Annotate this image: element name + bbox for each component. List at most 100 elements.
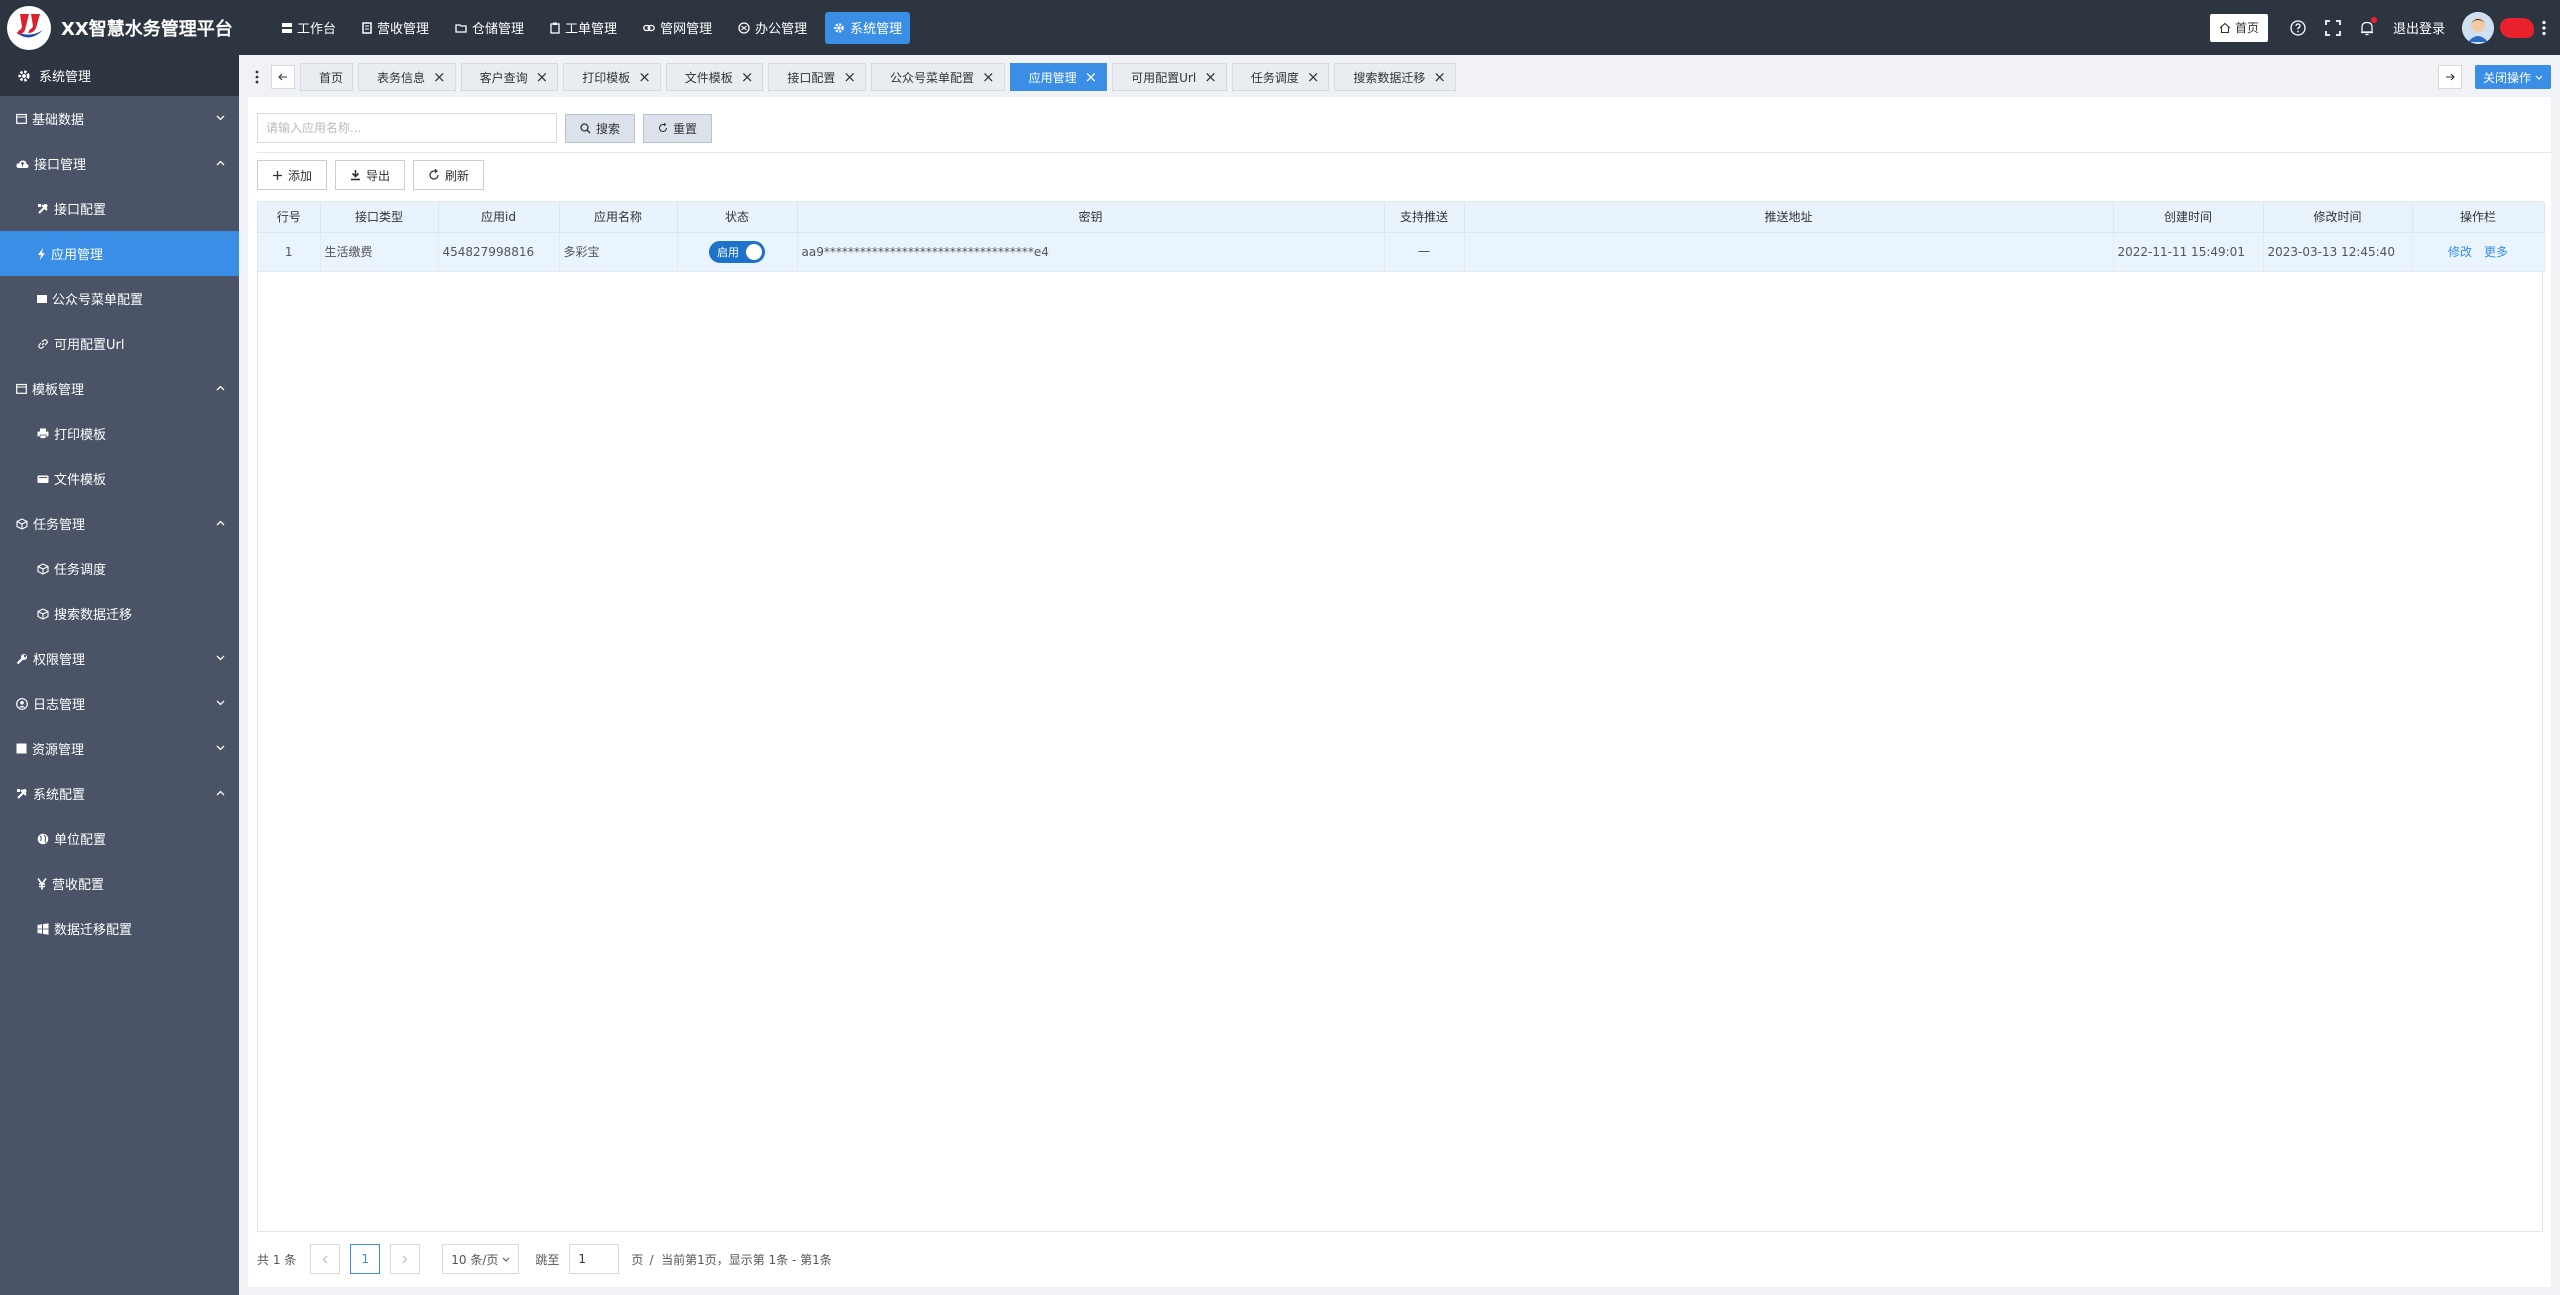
close-icon[interactable]: × [1433,69,1446,85]
column-header[interactable]: 应用名称 [559,202,678,233]
sidebar-item-4[interactable]: 公众号菜单配置 [0,276,239,321]
table-row[interactable]: 1 生活缴费 454827998816 多彩宝 启用 aa9**********… [258,232,2545,272]
refresh-button[interactable]: 刷新 [413,160,485,190]
tab-5[interactable]: 接口配置 × [768,63,866,91]
edit-link[interactable]: 修改 [2448,243,2472,260]
tab-0[interactable]: 首页 [300,63,354,91]
search-button[interactable]: 搜索 [565,113,636,143]
sidebar-item-9[interactable]: 任务管理 [0,501,239,546]
close-icon[interactable]: × [536,69,549,85]
topnav-item-system[interactable]: 系统管理 [825,11,911,44]
next-page-button[interactable] [390,1244,421,1274]
column-header[interactable]: 推送地址 [1464,202,2114,233]
tab-8[interactable]: 可用配置Url × [1112,63,1227,91]
sidebar-item-5[interactable]: 可用配置Url [0,321,239,366]
reset-button-label: 重置 [673,121,698,136]
jump-page-input[interactable] [569,1244,620,1274]
close-icon[interactable]: × [1204,69,1217,85]
sidebar-item-18[interactable]: 数据迁移配置 [0,906,239,951]
tab-label: 可用配置Url [1131,70,1197,85]
more-link[interactable]: 更多 [2484,243,2508,260]
close-icon[interactable]: × [638,69,651,85]
tab-6[interactable]: 公众号菜单配置 × [870,63,1005,91]
avatar[interactable] [2462,11,2494,44]
tab-label: 文件模板 [684,70,733,85]
sidebar-item-16[interactable]: 单位配置 [0,816,239,861]
sidebar-item-17[interactable]: 营收配置 [0,861,239,906]
column-header[interactable]: 接口类型 [320,202,439,233]
status-toggle[interactable]: 启用 [709,240,765,263]
topnav-item-pipeline[interactable]: 管网管理 [635,12,720,44]
sidebar-item-10[interactable]: 任务调度 [0,546,239,591]
home-button[interactable]: 首页 [2209,13,2268,42]
export-button[interactable]: 导出 [335,160,406,190]
column-header[interactable]: 创建时间 [2113,202,2264,233]
close-icon[interactable]: × [1307,69,1320,85]
tab-9[interactable]: 任务调度 × [1231,63,1330,91]
topnav-item-warehouse[interactable]: 仓储管理 [447,12,532,44]
tab-label: 打印模板 [582,70,631,85]
column-header[interactable]: 修改时间 [2263,202,2413,233]
tab-4[interactable]: 文件模板 × [665,63,764,91]
search-button-label: 搜索 [596,121,621,136]
tab-2[interactable]: 客户查询 × [460,63,559,91]
sidebar-item-0[interactable]: 基础数据 [0,96,239,141]
sidebar-item-label: 接口管理 [34,158,87,173]
tab-10[interactable]: 搜索数据迁移 × [1334,63,1456,91]
topnav-item-revenue[interactable]: 营收管理 [354,12,437,44]
close-operations-dropdown[interactable]: 关闭操作 [2474,65,2551,89]
tab-scroll-right-button[interactable] [2437,65,2462,89]
more-vertical-icon[interactable] [2542,20,2546,36]
column-header[interactable]: 密钥 [797,202,1385,233]
close-icon[interactable]: × [433,69,446,85]
fullscreen-icon[interactable] [2325,19,2341,36]
bell-icon[interactable] [2360,16,2377,36]
sidebar-item-7[interactable]: 打印模板 [0,411,239,456]
column-header[interactable]: 支持推送 [1384,202,1465,233]
status-toggle-label: 启用 [717,245,739,259]
sidebar-item-1[interactable]: 接口管理 [0,141,239,186]
tab-3[interactable]: 打印模板 × [563,63,661,91]
sidebar-item-11[interactable]: 搜索数据迁移 [0,591,239,636]
user-circle-icon [16,697,28,710]
cell-app-id: 454827998816 [438,232,560,272]
reset-button[interactable]: 重置 [643,113,713,143]
page-size-select[interactable]: 10 条/页 [442,1244,520,1274]
user-badge[interactable] [2500,17,2534,38]
arrow-left-icon [278,73,288,81]
sidebar-item-3[interactable]: 应用管理 [0,231,239,276]
sidebar-item-15[interactable]: 系统配置 [0,771,239,816]
close-icon[interactable]: × [1085,69,1098,85]
close-icon[interactable]: × [843,69,856,85]
tab-7[interactable]: 应用管理 × [1009,63,1108,91]
close-icon[interactable]: × [982,69,995,85]
cell-app-name: 多彩宝 [559,232,678,272]
sidebar-item-2[interactable]: 接口配置 [0,186,239,231]
sidebar-item-8[interactable]: 文件模板 [0,456,239,501]
close-operations-label: 关闭操作 [2482,70,2531,85]
sidebar-item-13[interactable]: 日志管理 [0,681,239,726]
sidebar-item-14[interactable]: 资源管理 [0,726,239,771]
page-button-current[interactable]: 1 [350,1244,381,1274]
column-header[interactable]: 应用id [438,202,560,233]
sidebar-item-6[interactable]: 模板管理 [0,366,239,411]
topnav-item-workbench[interactable]: 工作台 [274,12,344,44]
sidebar-item-12[interactable]: 权限管理 [0,636,239,681]
help-icon[interactable] [2290,19,2306,36]
gear-icon [833,22,845,34]
chevron-down-icon [216,745,225,751]
column-header[interactable]: 操作栏 [2412,202,2545,233]
search-input[interactable] [257,113,557,143]
topnav-item-office[interactable]: 办公管理 [730,12,815,44]
prev-page-button[interactable] [310,1244,341,1274]
topnav-item-workorder[interactable]: 工单管理 [542,12,625,44]
tab-1[interactable]: 表务信息 × [358,63,456,91]
column-header[interactable]: 状态 [677,202,798,233]
logout-link[interactable]: 退出登录 [2393,18,2445,37]
add-button[interactable]: 添加 [257,160,328,190]
topnav-label: 系统管理 [850,22,903,37]
tab-more-icon[interactable] [248,65,266,89]
close-icon[interactable]: × [741,69,754,85]
tab-scroll-left-button[interactable] [271,65,295,89]
column-header[interactable]: 行号 [258,202,321,233]
